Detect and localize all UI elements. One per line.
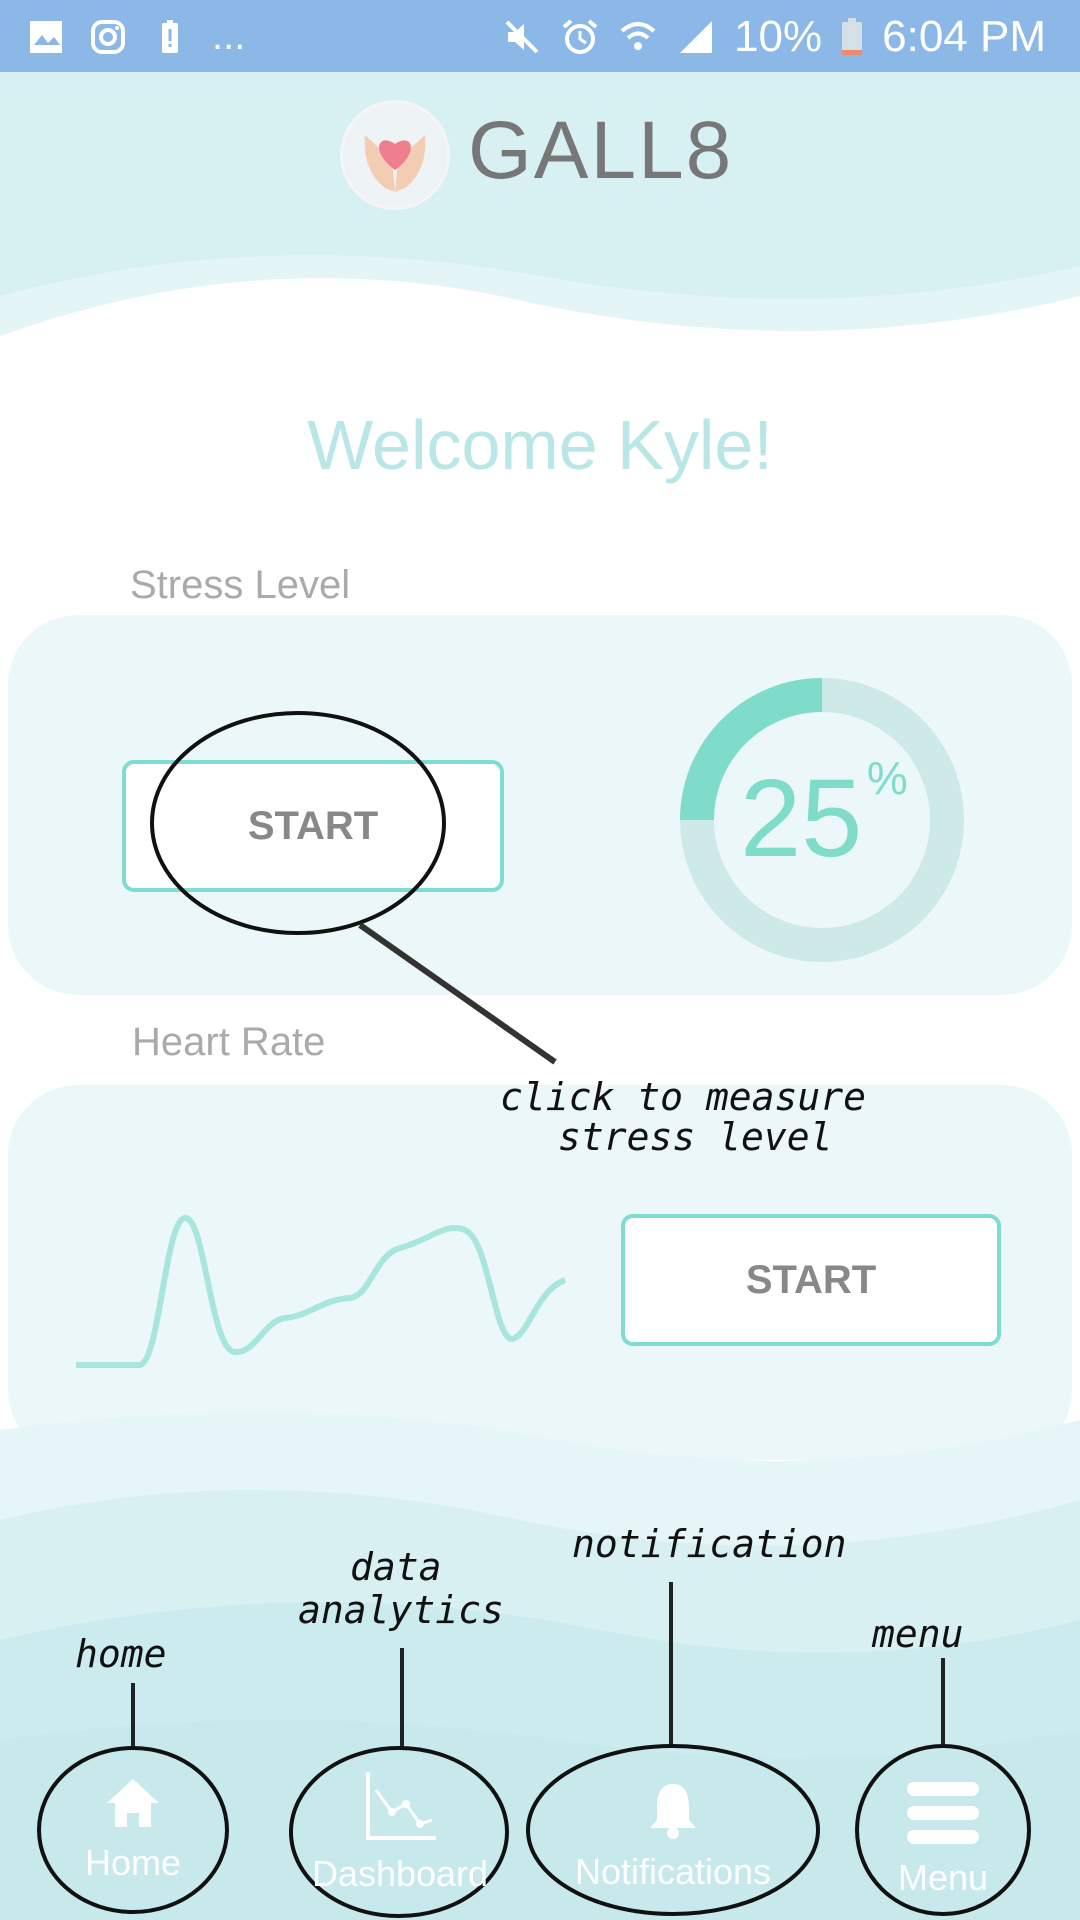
nav-dashboard[interactable]: Dashboard	[300, 1770, 500, 1895]
annotation-home: home	[75, 1632, 167, 1676]
annotation-menu: menu	[872, 1612, 964, 1656]
chart-icon	[366, 1772, 436, 1840]
nav-notifications-label: Notifications	[574, 1851, 772, 1892]
nav-menu[interactable]: Menu	[878, 1780, 1008, 1899]
nav-notifications[interactable]: Notifications	[555, 1780, 791, 1893]
nav-home[interactable]: Home	[50, 1775, 216, 1884]
annotation-analytics: analytics	[298, 1588, 504, 1632]
menu-icon	[907, 1782, 979, 1844]
nav-dashboard-label: Dashboard	[311, 1853, 489, 1894]
nav-home-label: Home	[84, 1842, 182, 1883]
home-icon	[107, 1779, 159, 1827]
annotation-data: data	[350, 1545, 442, 1589]
bell-icon	[650, 1784, 696, 1839]
annotation-stress-note-line1: click to measure	[500, 1075, 867, 1119]
annotation-stress-note-line2: stress level	[558, 1115, 833, 1159]
annotation-notification: notification	[572, 1522, 847, 1566]
nav-menu-label: Menu	[897, 1857, 989, 1898]
